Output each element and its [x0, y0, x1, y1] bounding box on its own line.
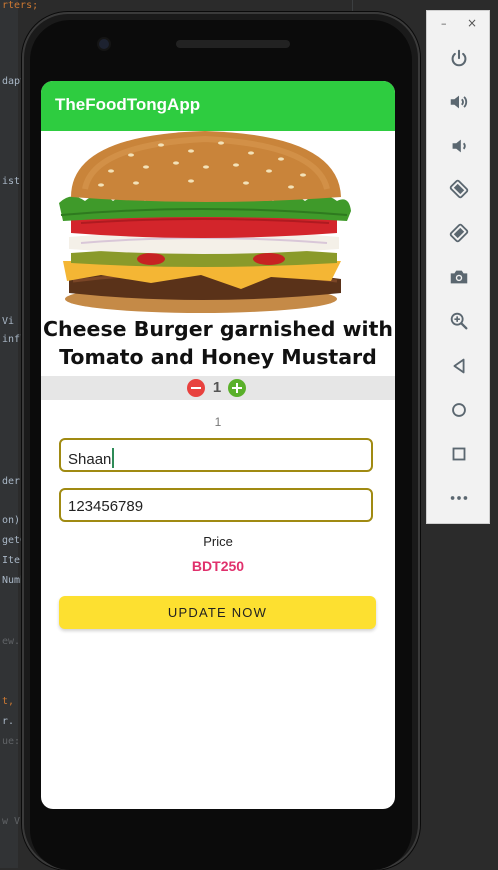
ide-code-line: w V — [2, 816, 21, 827]
earpiece-speaker — [176, 40, 290, 48]
ide-code-line: Vi — [2, 316, 15, 327]
power-icon[interactable] — [445, 45, 473, 73]
front-camera — [99, 39, 109, 49]
overview-icon[interactable] — [445, 440, 473, 468]
volume-up-icon[interactable] — [445, 88, 473, 116]
price-value: BDT250 — [191, 558, 245, 574]
minimize-button[interactable]: – — [441, 17, 447, 30]
phone-field-value: 123456789 — [68, 498, 144, 515]
emulator-window-controls: – × — [427, 16, 489, 31]
app-title: TheFoodTongApp — [55, 95, 201, 114]
ide-code-line: der — [2, 476, 21, 487]
update-now-button[interactable]: UPDATE NOW — [59, 596, 376, 629]
app-bar: TheFoodTongApp — [41, 81, 395, 131]
text-cursor — [112, 448, 115, 468]
ide-code-line: t, — [2, 696, 15, 707]
rotate-left-icon[interactable] — [445, 175, 473, 203]
phone-field[interactable]: 123456789 — [59, 488, 373, 522]
back-icon[interactable] — [445, 352, 473, 380]
name-field[interactable]: Shaan — [59, 438, 373, 472]
ide-code-line: on) — [2, 515, 21, 526]
volume-down-icon[interactable] — [445, 132, 473, 160]
quantity-stepper: 1 — [41, 376, 395, 400]
close-button[interactable]: × — [467, 16, 477, 30]
home-icon[interactable] — [445, 396, 473, 424]
ide-code-line: ist — [2, 176, 21, 187]
ide-code-line: ue: — [2, 736, 21, 747]
price-label: Price — [203, 534, 233, 549]
stepper-value: 1 — [212, 379, 222, 396]
zoom-icon[interactable] — [445, 307, 473, 335]
rotate-right-icon[interactable] — [445, 219, 473, 247]
ide-code-line: ew. — [2, 636, 21, 647]
cheese-burger-image — [41, 131, 395, 313]
minus-circle-icon[interactable] — [187, 379, 205, 397]
camera-icon[interactable] — [445, 263, 473, 291]
name-field-value: Shaan — [68, 451, 112, 468]
quantity-text: 1 — [214, 415, 222, 429]
ide-code-line: r. — [2, 716, 15, 727]
app-screen: TheFoodTongApp Cheese Burger garnished w… — [41, 81, 395, 809]
emulator-toolbar: – × — [426, 10, 490, 524]
product-name: Cheese Burger garnished with Tomato and … — [43, 317, 393, 369]
plus-circle-icon[interactable] — [228, 379, 246, 397]
ide-code-line: rters; — [2, 0, 39, 11]
more-icon[interactable] — [445, 484, 473, 512]
